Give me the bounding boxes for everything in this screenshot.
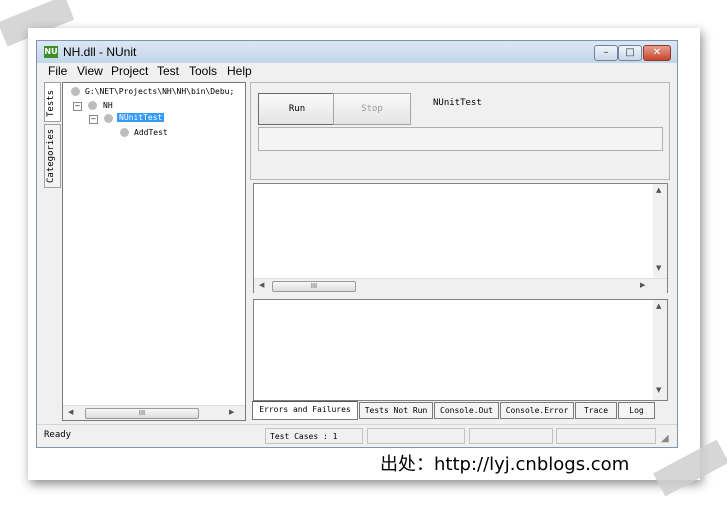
- status-circle-icon: [104, 114, 113, 123]
- scroll-right-arrow-icon[interactable]: ▶: [229, 408, 234, 416]
- stack-trace-panel: ▲ ▼: [253, 299, 668, 401]
- menu-bar: File View Project Test Tools Help: [37, 63, 677, 79]
- scroll-left-arrow-icon[interactable]: ◀: [68, 408, 73, 416]
- scroll-left-arrow-icon[interactable]: ◀: [259, 281, 264, 289]
- status-panel: [367, 428, 465, 444]
- tree-horizontal-scrollbar[interactable]: ◀ III ▶: [63, 405, 245, 420]
- window-title: NH.dll - NUnit: [63, 45, 137, 59]
- scroll-thumb[interactable]: III: [272, 281, 356, 292]
- resize-grip-icon[interactable]: ◢: [661, 433, 669, 444]
- collapse-icon[interactable]: −: [73, 102, 82, 111]
- tree-namespace-node[interactable]: NH: [103, 101, 113, 110]
- menu-file[interactable]: File: [48, 64, 67, 78]
- tree-root-node[interactable]: G:\NET\Projects\NH\NH\bin\Debu;: [85, 87, 234, 96]
- tab-trace[interactable]: Trace: [575, 402, 617, 419]
- error-details-horizontal-scrollbar[interactable]: ◀ III ▶: [254, 278, 667, 293]
- source-credit: 出处：http://lyj.cnblogs.com: [380, 454, 630, 475]
- error-details-panel: ▲ ▼ ◀ III ▶: [253, 183, 668, 293]
- status-circle-icon: [88, 101, 97, 110]
- tab-tests-not-run[interactable]: Tests Not Run: [359, 402, 433, 419]
- menu-project[interactable]: Project: [111, 64, 148, 78]
- nunit-app-icon: NU: [44, 46, 58, 58]
- status-panel: [556, 428, 656, 444]
- tree-test-node[interactable]: AddTest: [134, 128, 168, 137]
- test-tree: G:\NET\Projects\NH\NH\bin\Debu; − NH − N…: [62, 82, 246, 421]
- title-bar: NU NH.dll - NUnit – □ ✕: [37, 41, 677, 63]
- menu-tools[interactable]: Tools: [189, 64, 217, 78]
- scroll-right-arrow-icon[interactable]: ▶: [640, 281, 645, 289]
- close-button[interactable]: ✕: [643, 45, 671, 61]
- menu-view[interactable]: View: [77, 64, 103, 78]
- tab-console-out[interactable]: Console.Out: [434, 402, 499, 419]
- scroll-down-arrow-icon[interactable]: ▼: [656, 264, 661, 272]
- current-test-label: NUnitTest: [433, 98, 482, 108]
- client-area: Tests Categories G:\NET\Projects\NH\NH\b…: [37, 79, 677, 445]
- scroll-up-arrow-icon[interactable]: ▲: [656, 186, 661, 194]
- scroll-up-arrow-icon[interactable]: ▲: [656, 302, 661, 310]
- progress-bar: [258, 127, 663, 151]
- menu-help[interactable]: Help: [227, 64, 252, 78]
- tab-tests[interactable]: Tests: [44, 82, 61, 122]
- tab-tests-label: Tests: [46, 89, 56, 117]
- menu-test[interactable]: Test: [157, 64, 179, 78]
- status-bar: Ready Test Cases : 1 ◢: [37, 424, 677, 447]
- tree-fixture-node[interactable]: NUnitTest: [117, 113, 165, 122]
- maximize-button[interactable]: □: [618, 45, 642, 61]
- collapse-icon[interactable]: −: [89, 115, 98, 124]
- side-tab-strip: Tests Categories: [44, 82, 61, 222]
- stack-trace-vertical-scrollbar[interactable]: ▲ ▼: [653, 300, 667, 400]
- error-details-vertical-scrollbar[interactable]: ▲ ▼: [653, 184, 667, 278]
- run-button[interactable]: Run: [258, 93, 336, 125]
- scroll-down-arrow-icon[interactable]: ▼: [656, 386, 661, 394]
- test-cases-count: Test Cases : 1: [265, 428, 363, 444]
- status-circle-icon: [71, 87, 80, 96]
- nunit-window: NU NH.dll - NUnit – □ ✕ File View Projec…: [36, 40, 678, 448]
- run-panel: Run Stop NUnitTest: [250, 82, 670, 180]
- tab-errors-and-failures[interactable]: Errors and Failures: [252, 401, 358, 420]
- status-text: Ready: [44, 430, 72, 440]
- status-circle-icon: [120, 128, 129, 137]
- scroll-thumb[interactable]: III: [85, 408, 199, 419]
- tab-log[interactable]: Log: [618, 402, 655, 419]
- tab-console-error[interactable]: Console.Error: [500, 402, 574, 419]
- status-panel: [469, 428, 553, 444]
- stop-button[interactable]: Stop: [333, 93, 411, 125]
- tab-categories-label: Categories: [46, 128, 56, 183]
- tab-categories[interactable]: Categories: [44, 124, 61, 188]
- minimize-button[interactable]: –: [594, 45, 618, 61]
